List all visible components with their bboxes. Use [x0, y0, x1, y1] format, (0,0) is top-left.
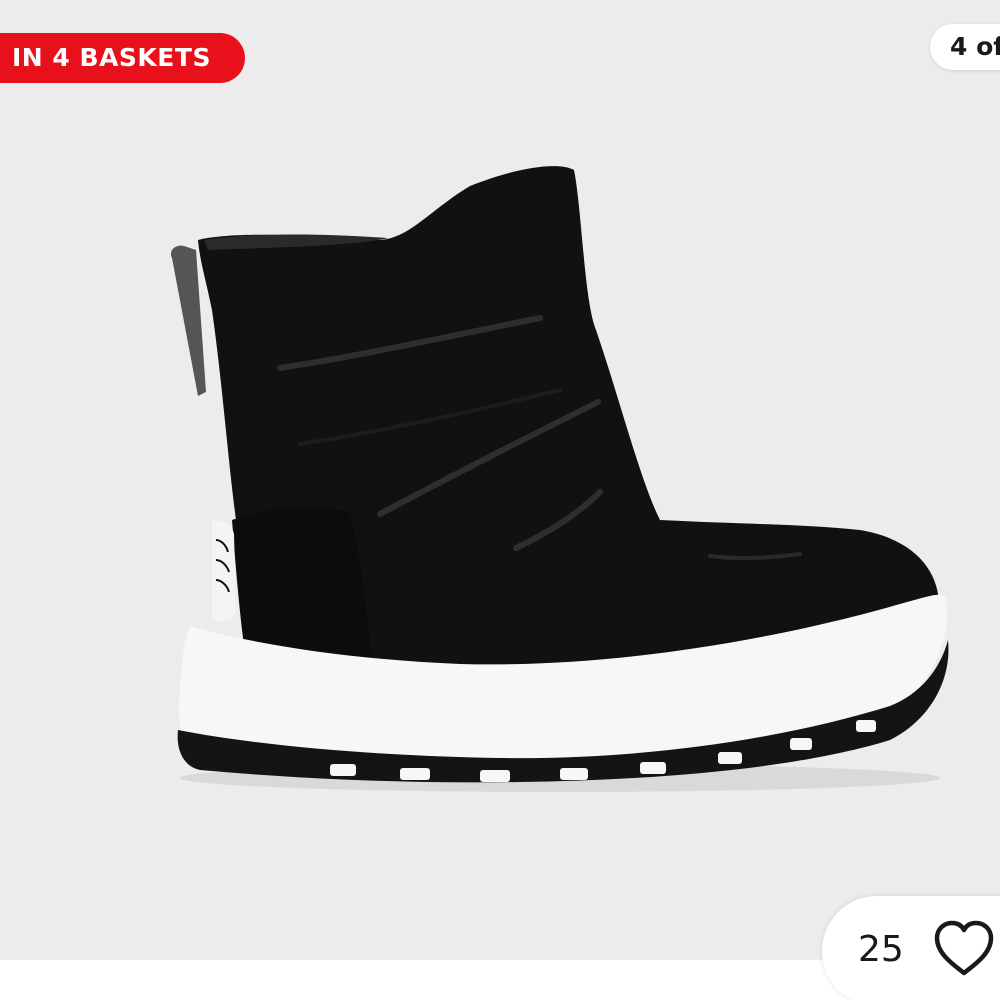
like-button[interactable]: [932, 918, 996, 980]
heart-outline-icon: [934, 920, 994, 976]
like-count: 25: [858, 929, 904, 970]
in-baskets-badge: IN 4 BASKETS: [0, 33, 245, 83]
listing-image-viewer: IN 4 BASKETS 4 of 4 25: [0, 0, 1000, 1000]
image-counter: 4 of 4: [930, 24, 1000, 70]
snow-boot-illustration: [170, 166, 949, 792]
product-photo[interactable]: [0, 0, 1000, 960]
